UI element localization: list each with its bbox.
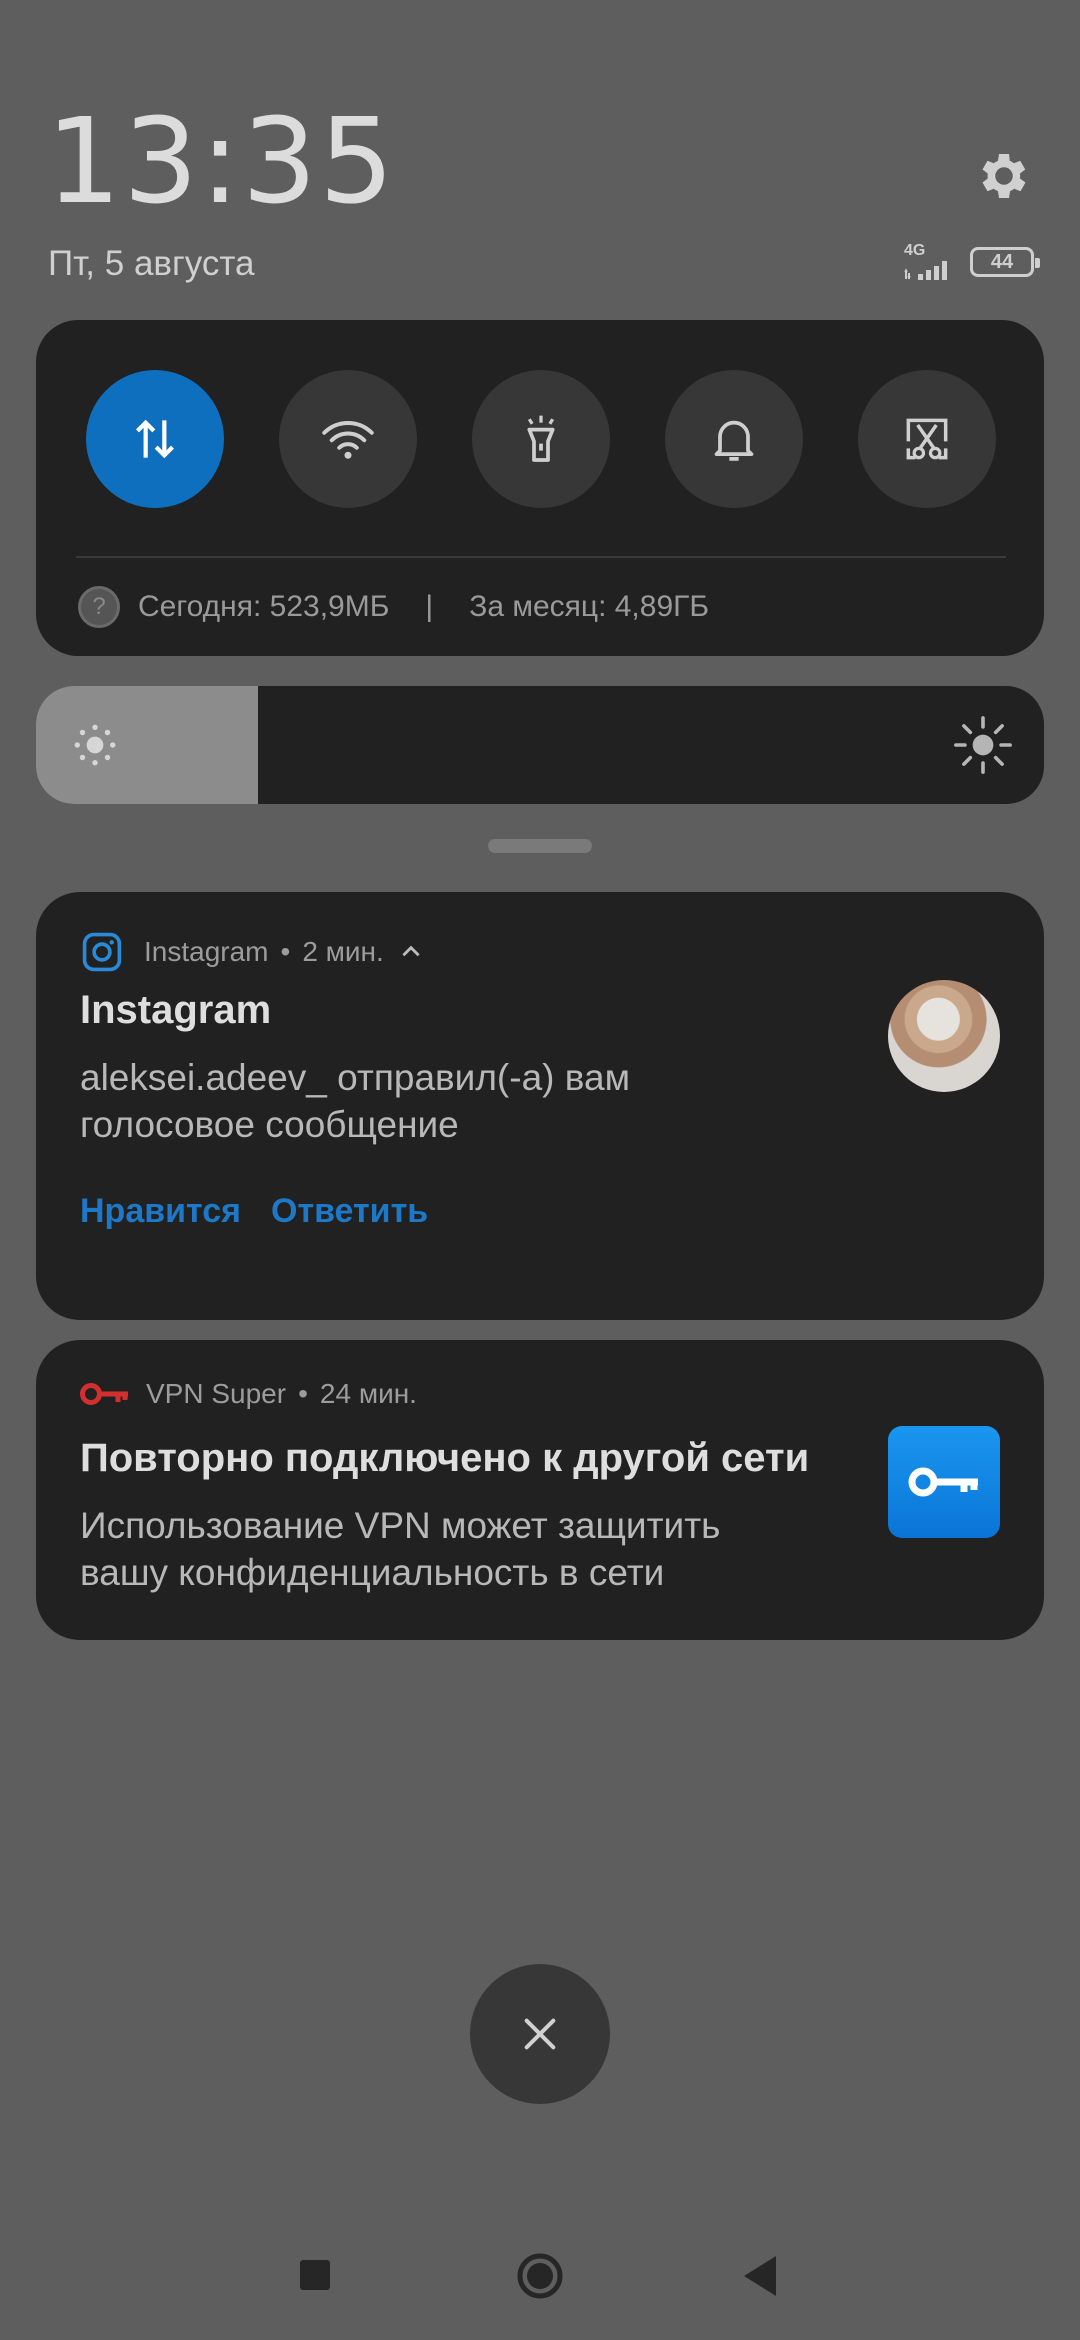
notification-time: 2 мин. [302, 936, 384, 967]
quick-settings-panel: ? Сегодня: 523,9МБ | За месяц: 4,89ГБ [36, 320, 1044, 656]
notification-time: 24 мин. [319, 1378, 417, 1409]
notification-body: aleksei.adeev_ отправил(-а) вам голосово… [80, 1054, 630, 1148]
mobile-signal: 4G [904, 243, 960, 281]
network-type-label: 4G [904, 242, 926, 259]
date-label: Пт, 5 августа [48, 244, 255, 283]
like-button[interactable]: Нравится [80, 1192, 241, 1231]
usage-separator: | [425, 590, 434, 623]
toggle-flashlight[interactable] [472, 370, 610, 508]
key-icon [908, 1467, 978, 1497]
notification-body-line: aleksei.adeev_ отправил(-а) вам [80, 1057, 631, 1098]
bell-icon [714, 420, 754, 461]
quick-settings-divider [76, 556, 1006, 558]
settings-gear-icon[interactable] [974, 146, 1034, 206]
toggle-sound[interactable] [665, 370, 803, 508]
notification-body-line: вашу конфиденциальность в сети [80, 1552, 665, 1593]
data-usage[interactable]: ? Сегодня: 523,9МБ | За месяц: 4,89ГБ [78, 586, 709, 628]
brightness-high-icon [954, 716, 1012, 774]
vpn-app-icon [888, 1426, 1000, 1538]
notification-header: VPN Super • 24 мин. [80, 1378, 417, 1410]
app-name: Instagram [144, 936, 269, 967]
data-arrows-icon [136, 419, 174, 459]
panel-drag-handle[interactable] [488, 839, 592, 853]
home-button[interactable] [516, 2252, 564, 2300]
app-name: VPN Super [146, 1378, 287, 1409]
notification-body: Использование VPN может защитить вашу ко… [80, 1502, 720, 1596]
brightness-low-icon [74, 724, 116, 766]
toggle-mobile-data[interactable] [86, 370, 224, 508]
notification-actions: Нравится Ответить [80, 1192, 428, 1231]
screenshot-scissors-icon [906, 418, 948, 460]
avatar [888, 980, 1000, 1092]
close-icon [524, 2018, 556, 2050]
toggle-wifi[interactable] [279, 370, 417, 508]
notification-header: Instagram • 2 мин. [80, 930, 424, 974]
chevron-up-icon[interactable] [398, 939, 424, 965]
back-button[interactable] [742, 2254, 778, 2298]
notification-title: Instagram [80, 988, 272, 1032]
vpn-key-icon [80, 1383, 128, 1405]
notification-vpn[interactable]: VPN Super • 24 мин. Повторно подключено … [36, 1340, 1044, 1640]
status-icons: 4G 44 [904, 242, 1040, 282]
help-icon: ? [78, 586, 120, 628]
signal-bars-icon [904, 261, 947, 280]
notification-title: Повторно подключено к другой сети [80, 1436, 810, 1480]
recents-button[interactable] [300, 2260, 330, 2290]
separator-dot: • [298, 1378, 308, 1409]
usage-month: За месяц: 4,89ГБ [469, 590, 710, 623]
notification-body-line: голосовое сообщение [80, 1104, 459, 1145]
notification-body-line: Использование VPN может защитить [80, 1505, 721, 1546]
battery-level: 44 [990, 250, 1014, 273]
brightness-slider[interactable] [36, 686, 1044, 804]
notification-instagram[interactable]: Instagram • 2 мин. Instagram aleksei.ade… [36, 892, 1044, 1320]
separator-dot: • [280, 936, 291, 967]
clock: 13:35 [46, 92, 397, 230]
wifi-icon [322, 421, 374, 459]
clear-notifications-button[interactable] [470, 1964, 610, 2104]
usage-today: Сегодня: 523,9МБ [138, 590, 390, 623]
battery-icon: 44 [970, 247, 1040, 277]
instagram-icon [82, 932, 122, 972]
reply-button[interactable]: Ответить [271, 1192, 428, 1231]
flashlight-icon [527, 415, 555, 462]
toggle-screenshot[interactable] [858, 370, 996, 508]
